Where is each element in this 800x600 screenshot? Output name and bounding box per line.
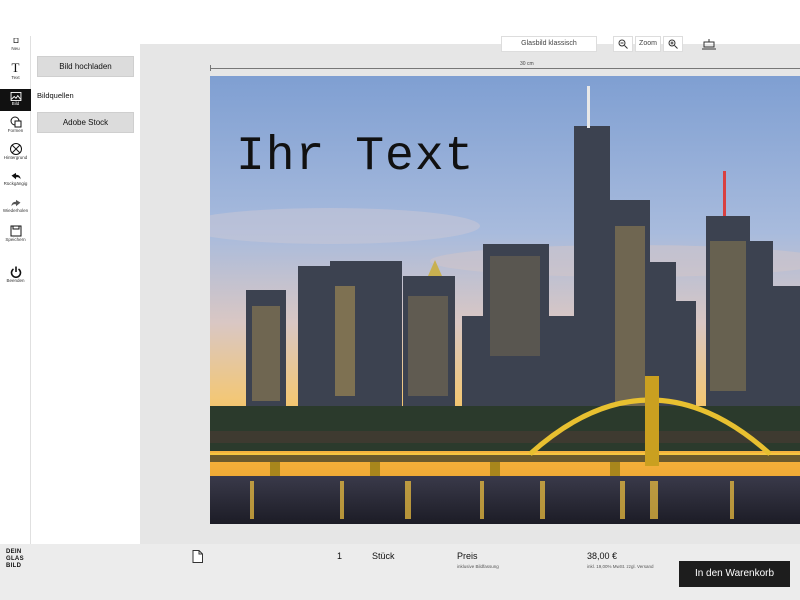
price-value: 38,00 € bbox=[587, 551, 618, 561]
zoom-out-button[interactable] bbox=[613, 36, 633, 52]
tool-new[interactable]: Neu bbox=[0, 38, 31, 58]
tool-redo[interactable]: Wiederholen bbox=[0, 199, 31, 221]
redo-icon bbox=[11, 199, 20, 207]
image-panel: Bild hochladen Bildquellen Adobe Stock bbox=[31, 46, 139, 544]
zoom-in-button[interactable] bbox=[663, 36, 683, 52]
tool-background[interactable]: Hintergrund bbox=[0, 143, 31, 167]
logo-line: GLAS bbox=[6, 556, 24, 562]
shapes-icon bbox=[10, 116, 21, 128]
zoom-in-icon bbox=[668, 39, 678, 49]
wall-preview-icon bbox=[702, 39, 716, 50]
logo-line: DEIN bbox=[6, 549, 22, 555]
save-icon bbox=[10, 225, 21, 237]
new-icon bbox=[13, 38, 18, 43]
document-icon[interactable] bbox=[192, 550, 203, 563]
tool-undo[interactable]: Rückgängig bbox=[0, 172, 31, 194]
undo-icon bbox=[11, 172, 20, 180]
tool-undo-label: Rückgängig bbox=[3, 181, 28, 186]
tool-shapes[interactable]: Formen bbox=[0, 116, 31, 140]
tool-image-label: Bild bbox=[11, 101, 20, 106]
product-select[interactable]: Glasbild klassisch bbox=[501, 36, 597, 52]
width-ruler bbox=[210, 68, 800, 69]
tool-redo-label: Wiederholen bbox=[2, 208, 29, 213]
text-icon: T bbox=[11, 60, 20, 75]
image-sources-heading: Bildquellen bbox=[37, 91, 74, 100]
quantity-unit: Stück bbox=[372, 551, 395, 561]
quantity-value[interactable]: 1 bbox=[337, 551, 342, 561]
logo-line: BILD bbox=[6, 563, 22, 569]
add-to-cart-button[interactable]: In den Warenkorb bbox=[679, 561, 790, 587]
tool-background-label: Hintergrund bbox=[3, 155, 28, 160]
app-root: Neu T Text Bild Formen Hintergrund Rückg… bbox=[0, 0, 800, 600]
background-icon bbox=[9, 143, 22, 155]
tool-image[interactable]: Bild bbox=[0, 89, 31, 111]
price-tax-note: inkl. 19,00% MwSt. zzgl. Versand bbox=[587, 564, 654, 569]
canvas-text-element[interactable]: Ihr Text bbox=[236, 130, 474, 184]
upload-image-button[interactable]: Bild hochladen bbox=[37, 56, 134, 77]
power-icon bbox=[10, 266, 21, 278]
brand-logo: DEIN GLAS BILD bbox=[6, 549, 30, 570]
tool-exit-label: Beenden bbox=[6, 278, 25, 283]
tool-rail bbox=[0, 36, 31, 544]
tool-shapes-label: Formen bbox=[7, 128, 24, 133]
tool-exit[interactable]: Beenden bbox=[0, 266, 31, 290]
wall-preview-button[interactable] bbox=[701, 38, 717, 50]
tool-save[interactable]: Speichern bbox=[0, 225, 31, 249]
zoom-out-icon bbox=[618, 39, 628, 49]
price-label: Preis bbox=[457, 551, 478, 561]
image-icon bbox=[10, 92, 21, 101]
tool-new-label: Neu bbox=[11, 46, 20, 51]
tool-save-label: Speichern bbox=[5, 237, 26, 242]
price-subtext: inklusive Bildfassung bbox=[457, 564, 499, 569]
tool-text-label: Text bbox=[11, 75, 20, 80]
zoom-label: Zoom bbox=[635, 36, 661, 52]
ruler-label: 30 cm bbox=[520, 61, 534, 67]
tool-text[interactable]: T Text bbox=[0, 61, 31, 85]
adobe-stock-button[interactable]: Adobe Stock bbox=[37, 112, 134, 133]
